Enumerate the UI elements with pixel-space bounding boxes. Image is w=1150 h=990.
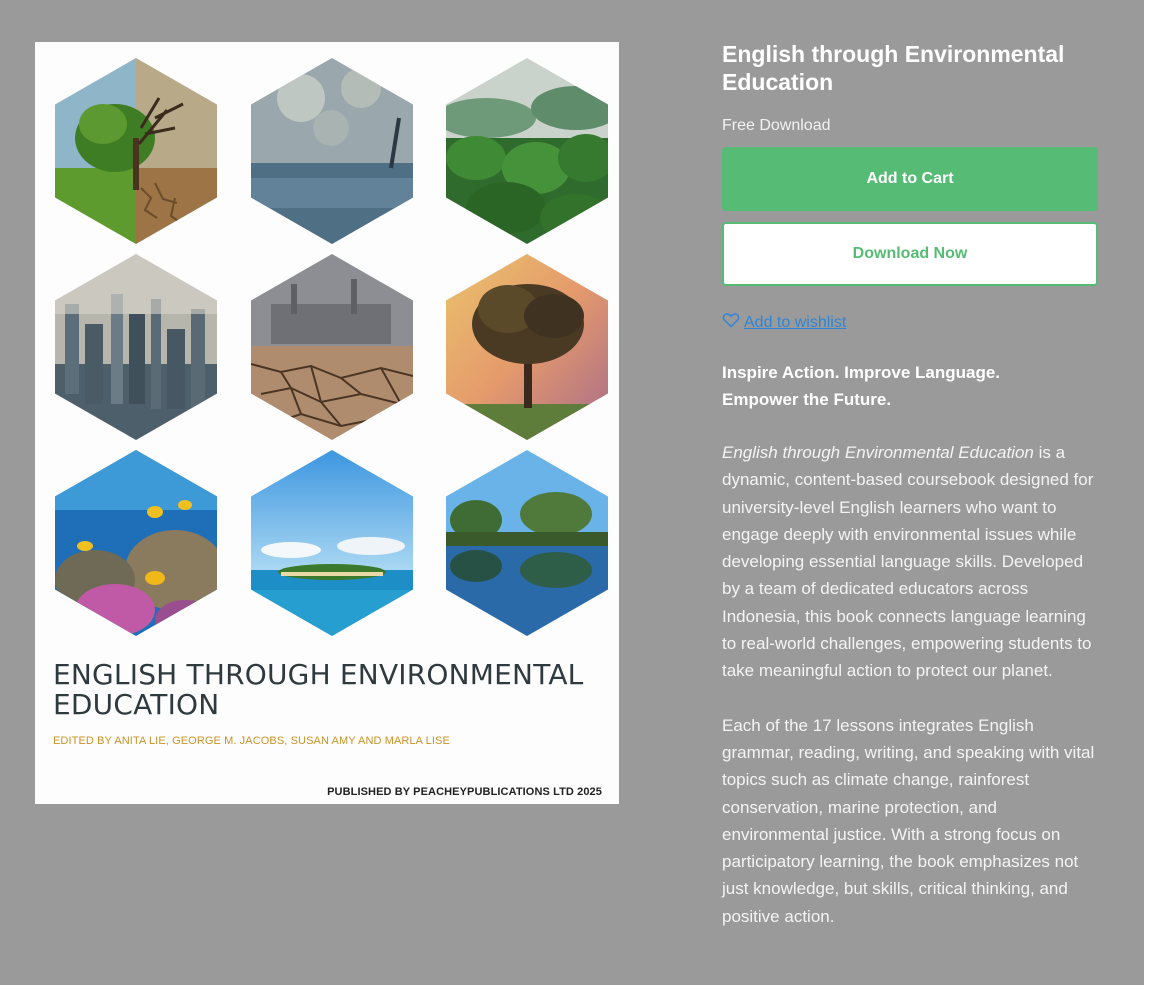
product-info-panel: English through Environmental Education … xyxy=(722,40,1100,957)
product-title: English through Environmental Education xyxy=(722,41,1065,95)
cover-title-line2: EDUCATION xyxy=(53,688,220,721)
download-now-button[interactable]: Download Now xyxy=(722,222,1098,286)
description-paragraph-2: Each of the 17 lessons integrates Englis… xyxy=(722,715,1095,926)
cover-photo-tropical-island xyxy=(251,450,413,636)
product-page: ENGLISH THROUGH ENVIRONMENTAL EDUCATION … xyxy=(0,0,1144,985)
add-to-cart-button[interactable]: Add to Cart xyxy=(722,147,1098,211)
cover-photo-tree-half-dead xyxy=(55,58,217,244)
price-label: Free Download xyxy=(722,117,831,134)
product-description: English through Environmental Education … xyxy=(722,439,1100,930)
tagline-line2: Empower the Future. xyxy=(722,390,892,409)
heart-outline-icon[interactable] xyxy=(722,312,740,333)
wishlist-row: Add to wishlist xyxy=(722,312,1100,333)
cover-publisher: PUBLISHED BY PEACHEYPUBLICATIONS LTD 202… xyxy=(327,786,602,798)
cover-title-line1: ENGLISH THROUGH ENVIRONMENTAL xyxy=(53,658,584,691)
description-paragraph-1-text: is a dynamic, content-based coursebook d… xyxy=(722,443,1094,681)
add-to-wishlist-link[interactable]: Add to wishlist xyxy=(744,314,846,332)
description-book-title: English through Environmental Education xyxy=(722,443,1034,462)
cover-photo-misty-rainforest xyxy=(446,58,608,244)
cover-photo-coral-reef xyxy=(55,450,217,636)
cover-photo-river-reflection xyxy=(446,450,608,636)
description-paragraph-1: English through Environmental Education … xyxy=(722,439,1100,685)
book-cover-image[interactable]: ENGLISH THROUGH ENVIRONMENTAL EDUCATION … xyxy=(35,42,619,804)
cover-photo-cracked-earth-factory xyxy=(251,254,413,440)
cover-photo-rain-on-water xyxy=(251,58,413,244)
cover-photo-smoggy-city xyxy=(55,254,217,440)
cover-photo-sunset-tree xyxy=(446,254,608,440)
cover-photo-grid xyxy=(35,42,619,642)
tagline-line1: Inspire Action. Improve Language. xyxy=(722,363,1001,382)
cover-title: ENGLISH THROUGH ENVIRONMENTAL EDUCATION xyxy=(53,660,613,720)
tagline: Inspire Action. Improve Language. Empowe… xyxy=(722,359,1100,413)
cover-editors: EDITED BY ANITA LIE, GEORGE M. JACOBS, S… xyxy=(53,735,450,747)
